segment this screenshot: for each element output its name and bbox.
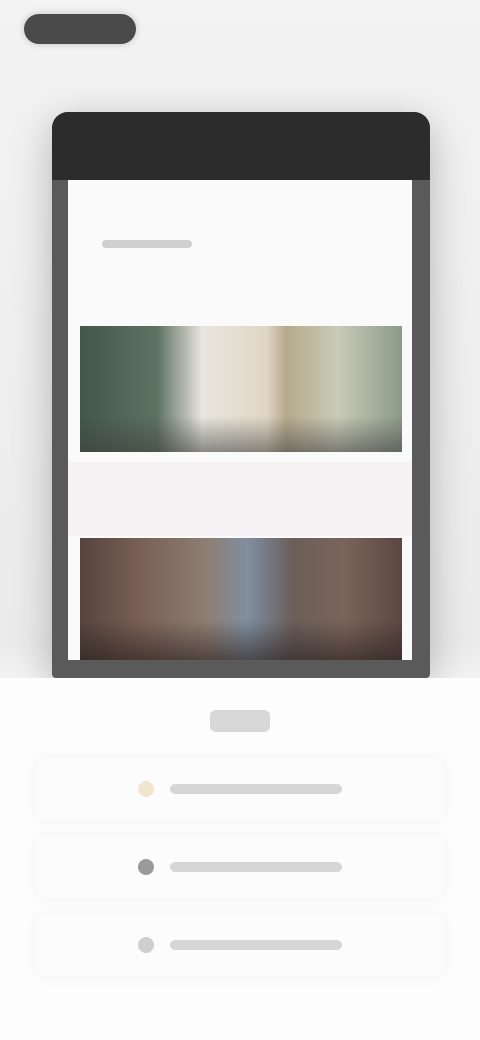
moon-icon [138,859,154,875]
photo-2-shade [80,620,402,660]
option-auto-button[interactable] [36,914,444,976]
option-light-button[interactable] [36,758,444,820]
interior-photo-2 [80,538,402,660]
interior-photo-1 [80,326,402,452]
brand-logo[interactable] [24,14,136,44]
photo-1-shade [80,416,402,452]
panel-title [210,710,270,732]
option-label [170,862,342,872]
screen-light-band [68,462,412,536]
page [0,0,480,1040]
device-top-bezel [52,112,430,180]
option-label [170,940,342,950]
auto-icon [138,937,154,953]
option-dark-button[interactable] [36,836,444,898]
options-panel [0,678,480,1040]
sun-icon [138,781,154,797]
screen-heading [102,240,192,248]
option-label [170,784,342,794]
device-mockup [52,112,430,678]
device-screen [68,180,412,660]
